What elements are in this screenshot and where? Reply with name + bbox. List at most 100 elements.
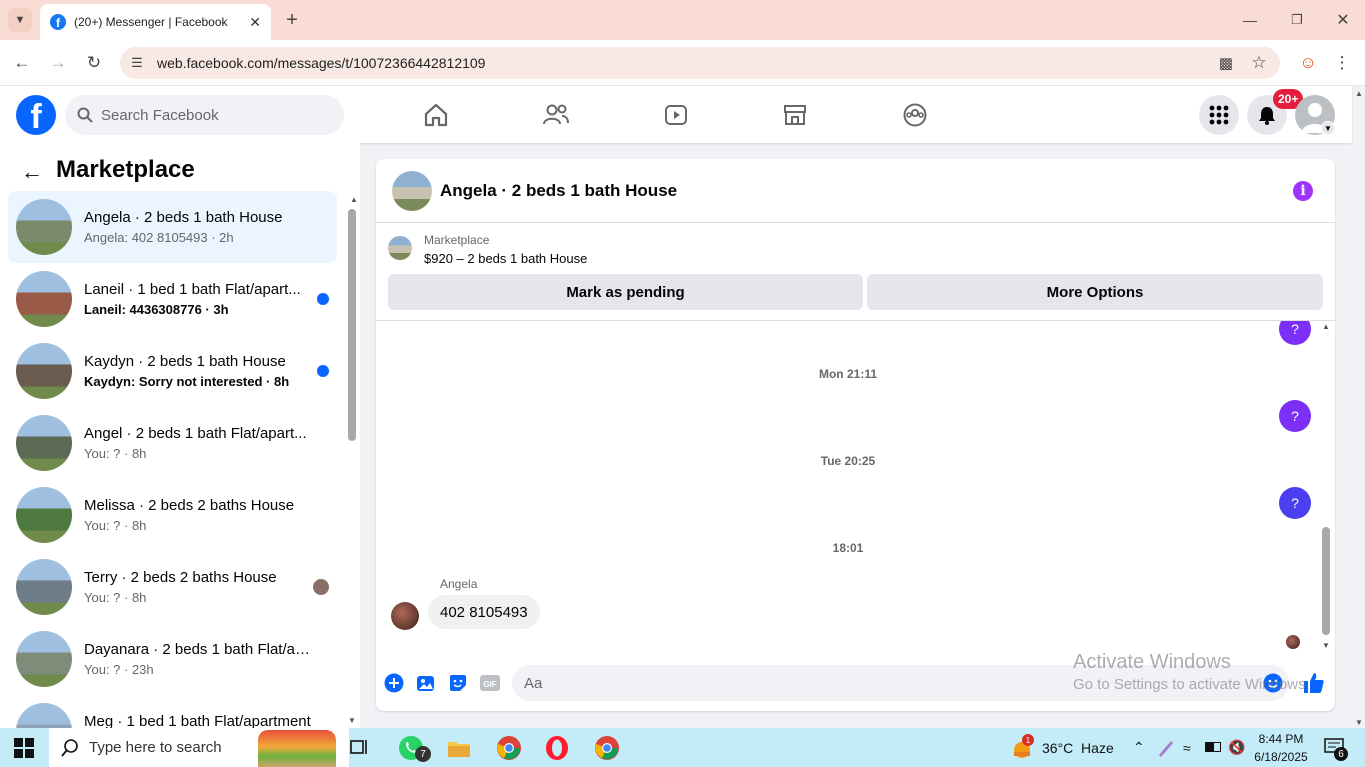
tab-search-button[interactable]: ▼ [8,8,32,32]
back-arrow-icon[interactable]: ← [20,159,44,184]
weather-alert-badge: 1 [1022,734,1034,746]
address-bar[interactable]: web.facebook.com/messages/t/100723664428… [120,47,1280,79]
listing-thumbnail[interactable] [388,236,412,260]
incoming-message[interactable]: 402 8105493 [428,595,540,629]
outgoing-message[interactable]: ? [1279,487,1311,519]
outgoing-message[interactable]: ? [1279,321,1311,345]
listing-detail[interactable]: $920 – 2 beds 1 bath House [424,251,587,266]
friends-icon[interactable] [536,98,576,132]
more-options-button[interactable]: More Options [867,274,1323,310]
taskbar-search-icon [60,738,80,758]
weather-text[interactable]: 36°C Haze [1042,740,1114,756]
conversation-item[interactable]: Melissa · 2 beds 2 baths House You: ? · 8… [8,479,337,551]
conversation-text: Angel · 2 beds 1 bath Flat/apart... You: … [84,425,314,461]
composer-placeholder: Aa [524,674,543,692]
watch-icon[interactable] [656,98,696,132]
mark-as-pending-button[interactable]: Mark as pending [388,274,863,310]
conversation-title: Laneil · 1 bed 1 bath Flat/apart... [84,281,301,298]
file-explorer-icon[interactable] [443,732,475,764]
restore-icon[interactable]: ❐ [1287,8,1307,32]
profile-icon[interactable]: ☺ [1296,51,1320,75]
clock-time[interactable]: 8:44 PM [1256,732,1306,746]
whatsapp-badge: 7 [415,746,431,762]
account-chevron-down-icon[interactable]: ▼ [1321,121,1335,135]
page-scrollbar[interactable]: ▲ ▼ [1353,89,1365,727]
conversation-snippet: Laneil: 4436308776 · 3h [84,302,229,317]
conversation-snippet: Kaydyn: Sorry not interested · 8h [84,374,290,389]
chrome-profile-icon[interactable] [591,732,623,764]
volume-muted-icon[interactable]: 🔇 [1228,739,1245,756]
sender-avatar[interactable] [391,602,419,630]
conversation-text: Melissa · 2 beds 2 baths House You: ? · 8… [84,497,314,533]
sender-name: Angela [440,577,478,591]
conversation-item[interactable]: Terry · 2 beds 2 baths House You: ? · 8h [8,551,337,623]
outgoing-message[interactable]: ? [1279,400,1311,432]
marketplace-icon[interactable] [775,98,815,132]
conversation-item[interactable]: Laneil · 1 bed 1 bath Flat/apart... Lanei… [8,263,337,335]
sticker-icon[interactable] [447,672,469,694]
svg-text:GIF: GIF [483,680,496,689]
add-attachment-icon[interactable] [383,672,405,694]
url-text: web.facebook.com/messages/t/100723664428… [157,55,486,71]
tray-chevron-up-icon[interactable]: ⌃ [1133,739,1145,756]
menu-grid-icon[interactable] [1199,95,1239,135]
windows-start-icon[interactable] [9,732,39,764]
search-input[interactable]: Search Facebook [65,95,344,135]
conversation-title: Angela · 2 beds 1 bath House [84,209,283,226]
bookmark-star-icon[interactable]: ☆ [1247,51,1271,75]
tab-title: (20+) Messenger | Facebook [74,15,228,29]
sidebar-scrollbar[interactable]: ▲ ▼ [347,195,358,725]
info-icon[interactable]: i [1293,181,1313,201]
conversation-text: Terry · 2 beds 2 baths House You: ? · 8h [84,569,313,605]
browser-tab[interactable]: f (20+) Messenger | Facebook ✕ [40,4,271,40]
unread-dot-icon [317,293,329,305]
search-highlight-image[interactable] [258,730,336,767]
conversation-item[interactable]: Angela · 2 beds 1 bath House Angela: 402 … [8,191,337,263]
listing-avatar [16,271,72,327]
listing-avatar [16,559,72,615]
conversation-item[interactable]: Dayanara · 2 beds 1 bath Flat/ap... You: … [8,623,337,695]
conversation-title: Kaydyn · 2 beds 1 bath House [84,353,286,370]
search-placeholder: Search Facebook [101,106,219,124]
battery-icon[interactable] [1205,742,1221,752]
conversation-title: Dayanara · 2 beds 1 bath Flat/ap... [84,641,314,658]
opera-icon[interactable] [541,732,573,764]
conversation-snippet: Angela: 402 8105493 · 2h [84,230,234,245]
unread-dot-icon [317,365,329,377]
conversation-item[interactable]: Angel · 2 beds 1 bath Flat/apart... You: … [8,407,337,479]
minimize-icon[interactable]: — [1240,8,1260,32]
chat-title[interactable]: Angela · 2 beds 1 bath House [440,181,677,201]
chrome-icon[interactable] [493,732,525,764]
listing-avatar [16,487,72,543]
chat-scrollbar[interactable]: ▲ ▼ [1320,322,1332,650]
gif-icon[interactable]: GIF [479,672,501,694]
new-tab-button[interactable]: + [282,8,302,32]
facebook-logo-icon[interactable]: f [16,95,56,135]
install-app-icon[interactable]: ▩ [1214,51,1238,75]
chat-listing-avatar[interactable] [392,171,432,211]
back-icon[interactable]: ← [10,51,34,75]
window-close-icon[interactable]: ✕ [1333,8,1353,32]
conversation-item[interactable]: Meg · 1 bed 1 bath Flat/apartment [8,695,337,728]
listing-avatar [16,343,72,399]
pen-icon[interactable] [1156,738,1176,758]
conversation-title: Meg · 1 bed 1 bath Flat/apartment [84,713,311,728]
conversation-item[interactable]: Kaydyn · 2 beds 1 bath House Kaydyn: Sorr… [8,335,337,407]
forward-icon[interactable]: → [46,51,70,75]
home-icon[interactable] [416,98,456,132]
site-settings-icon[interactable]: ☰ [127,53,147,73]
seen-avatar [313,579,329,595]
clock-date[interactable]: 6/18/2025 [1253,750,1309,764]
close-tab-icon[interactable]: ✕ [249,14,261,31]
photo-icon[interactable] [415,672,437,694]
timestamp: 18:01 [832,541,864,555]
groups-icon[interactable] [895,98,935,132]
task-view-icon[interactable] [344,732,376,764]
conversation-text: Laneil · 1 bed 1 bath Flat/apart... Lanei… [84,281,314,317]
reload-icon[interactable]: ↻ [82,51,106,75]
taskbar-search-placeholder: Type here to search [89,739,222,756]
browser-menu-icon[interactable]: ⋮ [1332,51,1352,75]
listing-label: Marketplace [424,233,490,247]
search-icon [77,107,93,123]
wifi-icon[interactable]: ≈ [1183,740,1191,756]
